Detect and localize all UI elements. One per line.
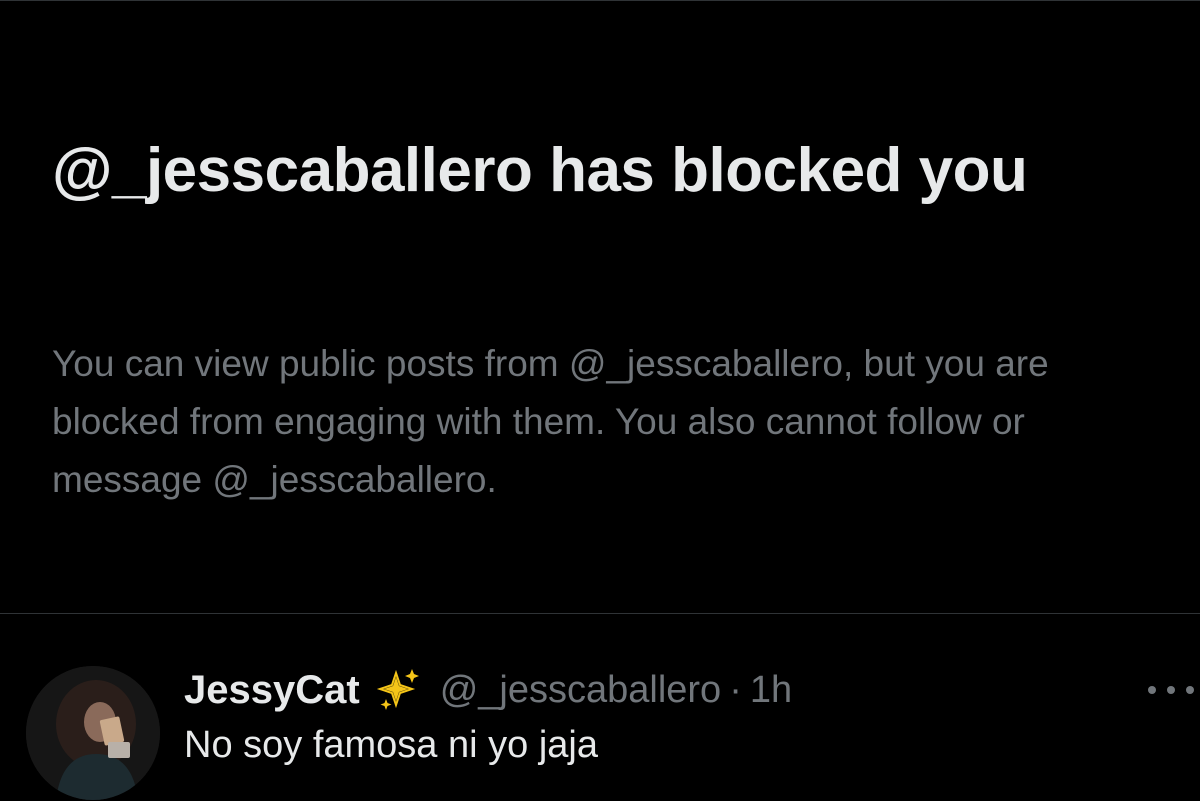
handle[interactable]: @_jesscaballero [440,669,722,712]
post-header: JessyCat @_jesscaballero · 1h [184,664,792,716]
more-horizontal-icon [1148,686,1156,694]
display-name[interactable]: JessyCat [184,668,360,713]
post-text: No soy famosa ni yo jaja [184,724,598,766]
more-options-button[interactable] [1148,676,1194,704]
avatar[interactable] [26,666,160,800]
separator-dot: · [729,668,742,711]
blocked-notice: @_jesscaballero has blocked you You can … [0,1,1200,613]
blocked-title: @_jesscaballero has blocked you [52,136,1028,205]
timestamp[interactable]: 1h [750,669,792,712]
sparkles-icon [376,667,422,713]
more-horizontal-icon [1186,686,1194,694]
more-horizontal-icon [1167,686,1175,694]
post[interactable]: JessyCat @_jesscaballero · 1h No soy fam… [0,614,1200,801]
blocked-description: You can view public posts from @_jesscab… [52,343,1049,500]
avatar-image [26,666,160,800]
